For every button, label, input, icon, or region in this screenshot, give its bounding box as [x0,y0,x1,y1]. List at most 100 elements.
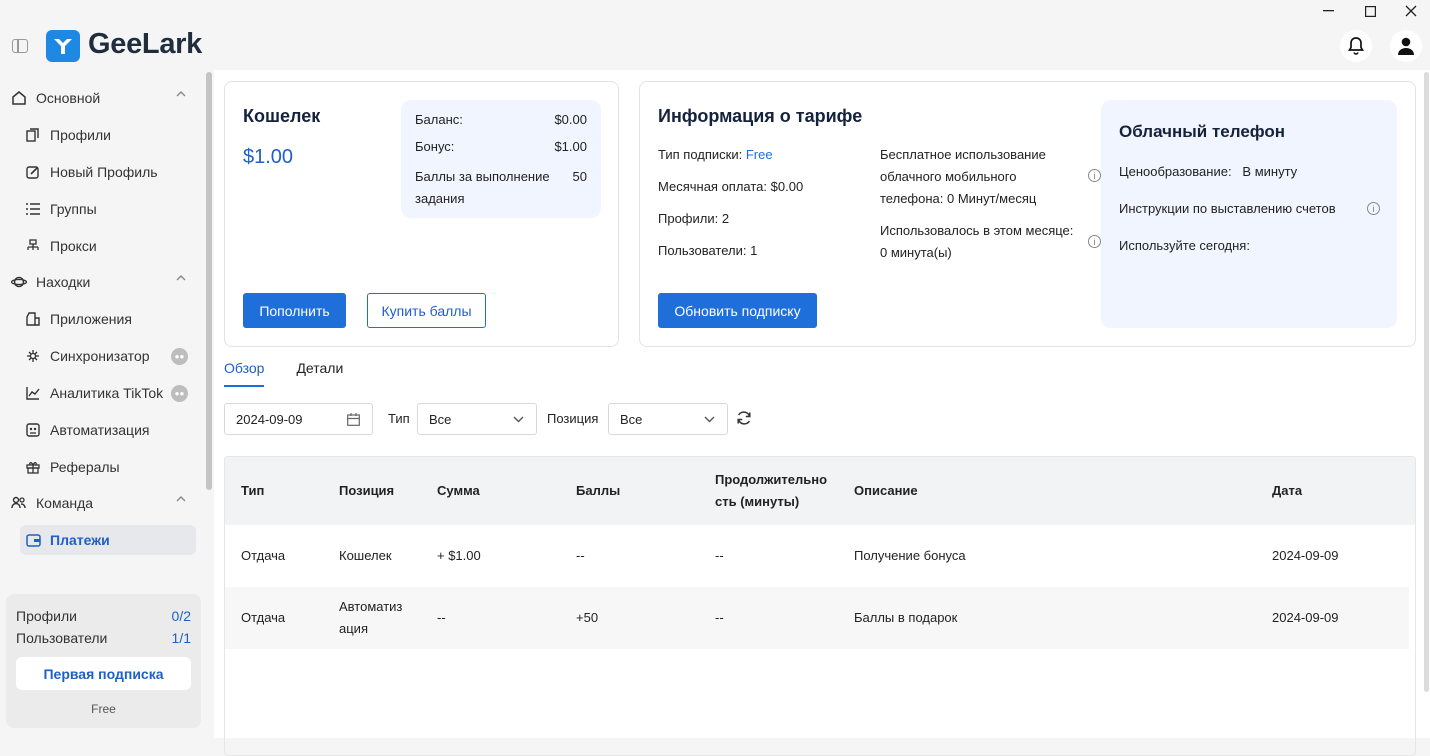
chevron-up-icon [176,275,186,281]
cell-type: Отдача [241,610,286,625]
type-select[interactable]: Все [417,403,537,435]
table-row[interactable]: Отдача Кошелек + $1.00 -- -- Получение б… [225,525,1409,587]
position-select[interactable]: Все [608,403,728,435]
type-filter-label: Тип [388,411,410,426]
cell-points: -- [576,548,585,563]
refresh-icon[interactable] [736,410,754,428]
used-this-month: Использовалось в этом месяце: 0 минута(ы… [880,223,1074,260]
plan-info-title: Информация о тарифе [658,106,863,126]
sidebar-item-payments[interactable]: Платежи [20,525,196,555]
notification-bell-icon[interactable] [1340,30,1372,62]
info-icon[interactable]: i [1088,235,1101,248]
tab-details[interactable]: Детали [296,360,343,387]
sidebar-item-profiles[interactable]: Профили [20,120,196,150]
balance-value: $0.00 [554,112,587,127]
topup-button[interactable]: Пополнить [243,293,346,328]
sidebar-item-label: Рефералы [50,459,120,475]
position-filter-label: Позиция [547,411,599,426]
home-icon [10,89,28,107]
sync-settings-icon [25,348,41,364]
plan-profiles: Профили: 2 [658,211,730,226]
calendar-icon [347,413,360,426]
apps-icon [25,311,41,327]
upgrade-subscription-button[interactable]: Обновить подписку [658,293,817,328]
nav-group-label: Находки [36,274,91,290]
nav-group-discover[interactable]: Находки [10,265,200,299]
date-picker[interactable]: 2024-09-09 [224,403,373,435]
sidebar-scrollbar[interactable] [206,72,212,490]
column-header-date: Дата [1272,483,1303,498]
wallet-title: Кошелек [243,106,321,126]
sidebar-item-label: Прокси [50,238,97,254]
plan-info-card: Информация о тарифе Тип подписки: Free М… [639,81,1416,347]
profiles-usage-value: 0/2 [171,608,191,624]
pricing-value: В минуту [1242,164,1298,179]
chevron-down-icon [704,416,715,423]
hidden-eye-icon: ●● [171,348,188,365]
main-scrollbar[interactable] [1424,72,1429,692]
table-row[interactable]: Отдача Автоматизация -- +50 -- Баллы в п… [225,587,1409,649]
sidebar-item-label: Приложения [50,311,132,327]
sidebar-item-label: Новый Профиль [50,164,158,180]
cell-points: +50 [576,610,599,625]
cell-duration: -- [715,610,724,625]
planet-icon [10,273,28,291]
table-header: Тип Позиция Сумма Баллы Продолжительност… [225,457,1415,525]
subscription-type-label: Тип подписки: [658,147,743,162]
subscription-panel: Профили 0/2 Пользователи 1/1 Первая подп… [6,594,201,728]
sidebar-item-new-profile[interactable]: Новый Профиль [20,157,196,187]
first-subscription-button[interactable]: Первая подписка [16,657,191,690]
info-icon[interactable]: i [1367,202,1380,215]
sidebar-item-synchronizer[interactable]: Синхронизатор ●● [20,341,196,371]
sidebar-item-label: Платежи [50,532,110,548]
pricing-label: Ценообразование: [1119,164,1232,179]
nav-group-team[interactable]: Команда [10,486,200,520]
sidebar-item-proxy[interactable]: Прокси [20,231,196,261]
network-icon [25,238,41,254]
sidebar-item-referrals[interactable]: Рефералы [20,452,196,482]
app-name: GeeLark [88,28,202,60]
sidebar-item-tiktok-analytics[interactable]: Аналитика TikTok ●● [20,378,196,408]
tab-overview[interactable]: Обзор [224,360,265,387]
column-header-points: Баллы [576,483,621,498]
maximize-icon[interactable] [1347,0,1393,22]
nav-group-main[interactable]: Основной [10,81,200,115]
profiles-usage-label: Профили [16,608,77,624]
sidebar-toggle-icon[interactable] [12,39,28,53]
profiles-icon [25,127,41,143]
users-usage-value: 1/1 [171,630,191,646]
sidebar-item-label: Синхронизатор [50,348,150,364]
cell-amount: + $1.00 [437,548,481,563]
cell-position: Кошелек [339,548,392,563]
chart-line-icon [25,385,41,401]
cloud-phone-title: Облачный телефон [1119,122,1286,141]
close-icon[interactable] [1388,0,1430,22]
user-avatar-icon[interactable] [1390,30,1422,62]
sidebar-item-apps[interactable]: Приложения [20,304,196,334]
pricing: Ценообразование: В минуту [1119,161,1297,183]
task-points-row: Баллы за выполнение задания 50 [415,166,587,210]
sidebar-item-label: Профили [50,127,111,143]
sidebar-item-automation[interactable]: Автоматизация [20,415,196,445]
minimize-icon[interactable] [1305,0,1351,22]
wallet-icon [25,532,41,548]
cloud-free-usage: Бесплатное использование облачного мобил… [880,147,1046,206]
subscription-type-value: Free [745,147,773,162]
date-value: 2024-09-09 [236,411,303,427]
subscription-type: Тип подписки: Free [658,144,773,166]
nav-group-label: Основной [36,90,101,106]
transactions-table: Тип Позиция Сумма Баллы Продолжительност… [224,456,1416,756]
info-icon[interactable]: i [1088,169,1101,182]
cell-type: Отдача [241,548,286,563]
sidebar-item-label: Группы [50,201,97,217]
column-header-type: Тип [241,483,265,498]
chevron-down-icon [513,416,524,423]
cell-description: Получение бонуса [854,548,966,563]
billing-instructions: Инструкции по выставлению счетов [1119,201,1336,216]
column-header-position: Позиция [339,483,395,498]
buy-points-button[interactable]: Купить баллы [367,293,486,328]
balance-label: Баланс: [415,112,463,127]
profiles-usage: Профили 0/2 [16,608,191,624]
sidebar-item-groups[interactable]: Группы [20,194,196,224]
cell-description: Баллы в подарок [854,610,958,625]
